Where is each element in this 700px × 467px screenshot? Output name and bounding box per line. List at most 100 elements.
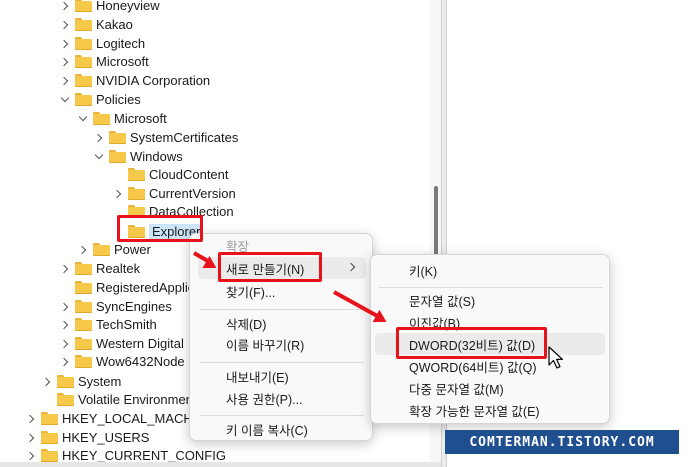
folder-icon: [75, 281, 92, 294]
folder-icon: [75, 318, 92, 331]
submenu-item-key[interactable]: 키(K): [375, 259, 605, 281]
chevron-right-icon[interactable]: [58, 318, 72, 332]
folder-icon: [128, 168, 145, 181]
tree-node-label: Logitech: [96, 36, 146, 51]
submenu-item-expandable-string-label: 확장 가능한 문자열 값(E): [409, 404, 540, 419]
tree-node-label: Wow6432Node: [96, 354, 185, 369]
tree-node[interactable]: Power: [76, 240, 151, 259]
tree-node[interactable]: NVIDIA Corporation: [58, 71, 210, 90]
tree-node[interactable]: Logitech: [58, 34, 145, 53]
chevron-down-icon[interactable]: [92, 150, 106, 164]
tree-node[interactable]: Realtek: [58, 259, 140, 278]
chevron-right-icon[interactable]: [92, 131, 106, 145]
chevron-right-icon[interactable]: [24, 412, 38, 426]
tree-node-label: Honeyview: [96, 0, 160, 13]
mouse-pointer-icon: [548, 346, 564, 369]
tree-node[interactable]: TechSmith: [58, 315, 157, 334]
tree-node[interactable]: Windows: [92, 147, 183, 166]
tree-node[interactable]: Microsoft: [76, 109, 167, 128]
folder-icon: [109, 131, 126, 144]
tree-node-label: NVIDIA Corporation: [96, 73, 211, 88]
menu-separator: [200, 362, 364, 363]
chevron-right-icon[interactable]: [58, 262, 72, 276]
chevron-right-icon[interactable]: [58, 0, 72, 13]
tree-node-label: System: [78, 374, 122, 389]
tree-node[interactable]: Microsoft: [58, 52, 149, 71]
menu-separator: [200, 415, 364, 416]
chevron-down-icon[interactable]: [76, 112, 90, 126]
tree-node[interactable]: CurrentVersion: [111, 184, 236, 203]
chevron-right-icon: [346, 262, 356, 272]
highlight-box-explorer: [117, 215, 203, 242]
tree-node[interactable]: HKEY_LOCAL_MACHINE: [24, 409, 214, 428]
tree-node[interactable]: Honeyview: [58, 0, 160, 15]
tree-node[interactable]: Policies: [58, 90, 141, 109]
tree-node[interactable]: Western Digital: [58, 334, 184, 353]
folder-icon: [75, 262, 92, 275]
tree-node-label: Policies: [96, 92, 141, 107]
chevron-right-icon[interactable]: [40, 375, 54, 389]
chevron-right-icon[interactable]: [58, 337, 72, 351]
folder-icon: [41, 412, 58, 425]
folder-icon: [109, 150, 126, 163]
tree-horizontal-scrollbar[interactable]: [0, 462, 441, 467]
tree-node-label: Western Digital: [96, 336, 184, 351]
tree-node[interactable]: SystemCertificates: [92, 128, 238, 147]
tree-node[interactable]: Volatile Environment: [40, 390, 197, 409]
chevron-right-icon[interactable]: [24, 449, 38, 463]
menu-item-find[interactable]: 찾기(F)...: [198, 280, 366, 302]
menu-item-delete[interactable]: 삭제(D): [198, 312, 366, 334]
folder-icon: [75, 18, 92, 31]
chevron-right-icon[interactable]: [58, 355, 72, 369]
tree-node-label: Kakao: [96, 17, 133, 32]
chevron-right-icon[interactable]: [58, 55, 72, 69]
submenu-item-qword-label: QWORD(64비트) 값(Q): [409, 360, 537, 375]
menu-item-export[interactable]: 내보내기(E): [198, 365, 366, 387]
folder-icon: [75, 355, 92, 368]
menu-item-permissions-label: 사용 권한(P)...: [226, 392, 303, 407]
chevron-down-icon[interactable]: [58, 93, 72, 107]
submenu-item-string[interactable]: 문자열 값(S): [375, 289, 605, 311]
chevron-right-icon[interactable]: [24, 431, 38, 445]
folder-icon: [75, 55, 92, 68]
menu-item-copy-key-name[interactable]: 키 이름 복사(C): [198, 418, 366, 440]
chevron-right-icon[interactable]: [58, 300, 72, 314]
chevron-right-icon[interactable]: [58, 18, 72, 32]
submenu-item-multi-string-label: 다중 문자열 값(M): [409, 382, 504, 397]
folder-icon: [41, 431, 58, 444]
menu-separator: [200, 309, 364, 310]
folder-icon: [57, 393, 74, 406]
folder-icon: [93, 112, 110, 125]
menu-item-export-label: 내보내기(E): [226, 370, 289, 385]
tree-node[interactable]: SyncEngines: [58, 297, 172, 316]
chevron-right-icon[interactable]: [58, 37, 72, 51]
highlight-box-dword: [396, 327, 547, 359]
submenu-item-multi-string[interactable]: 다중 문자열 값(M): [375, 377, 605, 399]
menu-item-permissions[interactable]: 사용 권한(P)...: [198, 387, 366, 409]
tree-node[interactable]: HKEY_USERS: [24, 428, 149, 447]
tree-node[interactable]: CloudContent: [111, 165, 229, 184]
chevron-right-icon[interactable]: [76, 243, 90, 257]
menu-item-delete-label: 삭제(D): [226, 317, 267, 332]
tree-node-label: Power: [114, 242, 151, 257]
folder-icon: [75, 93, 92, 106]
folder-icon: [57, 375, 74, 388]
tree-node[interactable]: Wow6432Node: [58, 352, 185, 371]
chevron-right-icon[interactable]: [58, 74, 72, 88]
tree-node[interactable]: System: [40, 372, 121, 391]
folder-icon: [75, 300, 92, 313]
menu-item-find-label: 찾기(F)...: [226, 285, 276, 300]
menu-separator: [379, 287, 603, 288]
tree-node-label: Microsoft: [114, 111, 167, 126]
chevron-right-icon[interactable]: [111, 187, 125, 201]
folder-icon: [75, 74, 92, 87]
menu-item-rename[interactable]: 이름 바꾸기(R): [198, 333, 366, 355]
highlight-box-new: [218, 252, 322, 282]
tree-node-label: CloudContent: [149, 167, 229, 182]
submenu-item-expandable-string[interactable]: 확장 가능한 문자열 값(E): [375, 399, 605, 421]
folder-icon: [75, 337, 92, 350]
tree-node[interactable]: Kakao: [58, 15, 133, 34]
